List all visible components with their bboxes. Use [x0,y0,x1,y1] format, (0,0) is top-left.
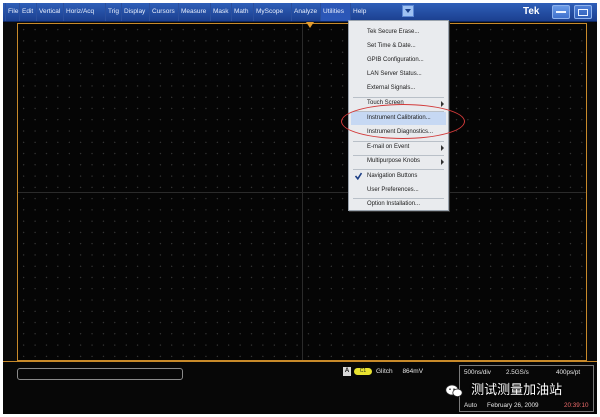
maximize-button[interactable] [574,5,592,19]
trigger-channel-badge: C1 [354,368,372,375]
minimize-icon [556,11,566,13]
menu-trig[interactable]: Trig [105,3,121,21]
menu-item-label: E-mail on Event [367,144,410,150]
acquisition-mode: Auto [464,402,477,409]
brand-logo: Tek [523,6,540,17]
menu-item-label: Tek Secure Erase... [367,29,420,35]
sample-rate: 2.5GS/s [506,369,529,376]
menu-measure[interactable]: Measure [178,3,210,21]
minimize-button[interactable] [552,5,570,19]
menu-item-label: Set Time & Date... [367,43,416,49]
menu-bar: File Edit Vertical Horiz/Acq Trig Displa… [3,3,597,22]
menu-edit[interactable]: Edit [19,3,36,21]
oscilloscope-window: File Edit Vertical Horiz/Acq Trig Displa… [3,3,597,414]
trigger-type-label: Glitch [376,368,393,375]
trigger-readout[interactable]: A C1 Glitch 864mV [343,365,457,412]
menu-item-navigation-buttons[interactable]: Navigation Buttons [351,170,446,183]
menu-item-multipurpose-knobs[interactable]: Multipurpose Knobs [351,155,446,168]
menu-myscope[interactable]: MyScope [253,3,291,21]
menu-item-gpib-configuration[interactable]: GPIB Configuration... [351,54,446,67]
menu-horiz-acq[interactable]: Horiz/Acq [63,3,105,21]
menu-item-label: User Preferences... [367,187,419,193]
menu-item-user-preferences[interactable]: User Preferences... [351,184,446,197]
menu-utilities[interactable]: Utilities [320,3,350,21]
menu-display[interactable]: Display [121,3,149,21]
menu-item-tek-secure-erase[interactable]: Tek Secure Erase... [351,26,446,39]
trigger-position-marker[interactable] [306,22,314,28]
resolution: 400ps/pt [556,369,581,376]
menu-cursors[interactable]: Cursors [149,3,178,21]
submenu-arrow-icon [441,145,444,151]
window-icon [578,9,588,16]
menu-item-label: Option Installation... [367,201,421,207]
menu-item-set-time-date[interactable]: Set Time & Date... [351,40,446,53]
trigger-source-badge: A [343,367,351,376]
menu-item-label: External Signals... [367,85,416,91]
menu-analyze[interactable]: Analyze [291,3,320,21]
menu-item-email-on-event[interactable]: E-mail on Event [351,141,446,154]
menu-item-label: Multipurpose Knobs [367,158,421,164]
menu-item-option-installation[interactable]: Option Installation... [351,198,446,211]
menu-item-external-signals[interactable]: External Signals... [351,82,446,95]
menu-mask[interactable]: Mask [210,3,231,21]
checkmark-icon [355,172,362,180]
menu-math[interactable]: Math [231,3,253,21]
time: 20:39:10 [564,402,589,409]
trigger-level: 864mV [402,368,424,375]
submenu-arrow-icon [441,101,444,107]
graticule-center-vertical [302,24,303,360]
watermark-text: 测试测量加油站 [471,383,563,398]
menu-vertical[interactable]: Vertical [36,3,63,21]
menu-file[interactable]: File [5,3,19,21]
waveform-graticule[interactable] [17,23,587,361]
menu-item-lan-server-status[interactable]: LAN Server Status... [351,68,446,81]
menu-help[interactable]: Help [350,3,370,21]
menu-item-label: LAN Server Status... [367,71,422,77]
submenu-arrow-icon [441,159,444,165]
wechat-logo-icon [445,384,463,397]
watermark: 测试测量加油站 [445,381,562,401]
menu-dropdown-button[interactable] [402,5,414,17]
trigger-type: Glitch 864mV [376,367,423,376]
date: February 26, 2009 [487,402,539,409]
message-box [17,368,183,380]
menu-item-label: GPIB Configuration... [367,57,424,63]
timebase: 500ns/div [464,369,491,376]
menu-item-label: Navigation Buttons [367,173,418,179]
highlight-annotation [341,104,465,139]
